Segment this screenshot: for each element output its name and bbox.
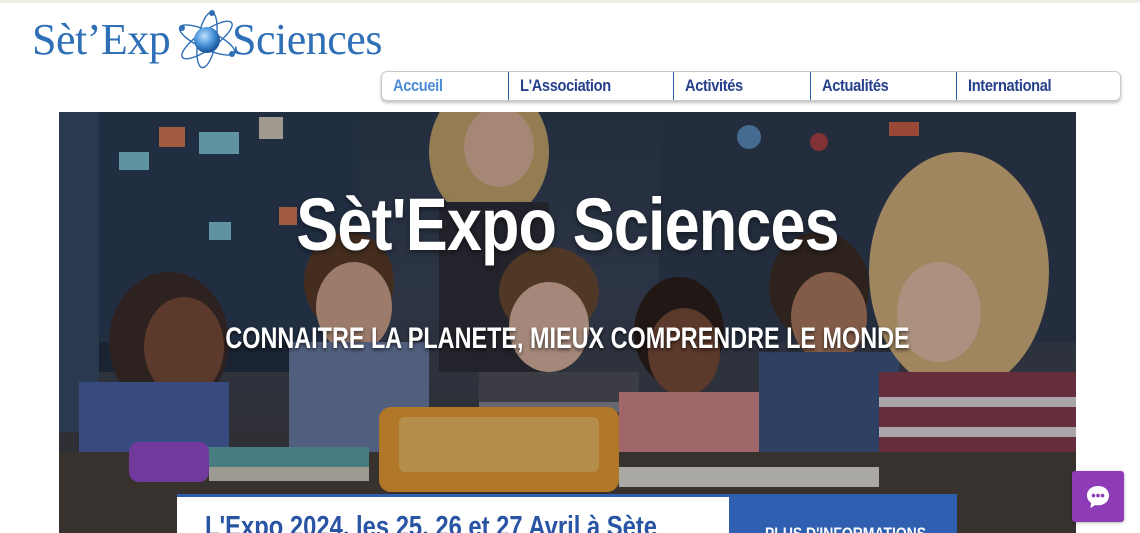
nav-item-label: Activités xyxy=(685,76,743,95)
chat-bubble-icon xyxy=(1087,486,1109,508)
nav-item-label: L'Association xyxy=(520,76,611,95)
logo-text-part1: Sèt’Exp xyxy=(32,15,171,64)
more-info-button[interactable]: PLUS D'INFORMATIONS xyxy=(729,497,957,533)
event-banner-text: L'Expo 2024, les 25, 26 et 27 Avril à Sè… xyxy=(205,511,658,533)
top-border xyxy=(0,0,1140,3)
nav-item-association[interactable]: L'Association xyxy=(509,72,674,100)
site-logo[interactable]: Sèt’Exp Sciences xyxy=(32,8,392,72)
main-navigation: Accueil L'Association Activités Actualit… xyxy=(381,71,1121,101)
more-info-button-label: PLUS D'INFORMATIONS xyxy=(765,524,926,533)
hero-title: Sèt'Expo Sciences xyxy=(296,183,839,266)
nav-item-activites[interactable]: Activités xyxy=(674,72,811,100)
event-banner: L'Expo 2024, les 25, 26 et 27 Avril à Sè… xyxy=(177,494,957,533)
nav-item-international[interactable]: International xyxy=(957,72,1120,100)
nav-item-label: Accueil xyxy=(393,76,443,95)
nav-item-label: Actualités xyxy=(822,76,889,95)
hero-section: Sèt'Expo Sciences CONNAITRE LA PLANETE, … xyxy=(59,112,1076,533)
nav-item-actualites[interactable]: Actualités xyxy=(811,72,957,100)
logo-text-part2: Sciences xyxy=(232,15,382,64)
nav-item-accueil[interactable]: Accueil xyxy=(382,72,509,100)
nav-item-label: International xyxy=(968,76,1052,95)
hero-subtitle: CONNAITRE LA PLANETE, MIEUX COMPRENDRE L… xyxy=(225,322,910,355)
chat-button[interactable] xyxy=(1072,471,1124,522)
